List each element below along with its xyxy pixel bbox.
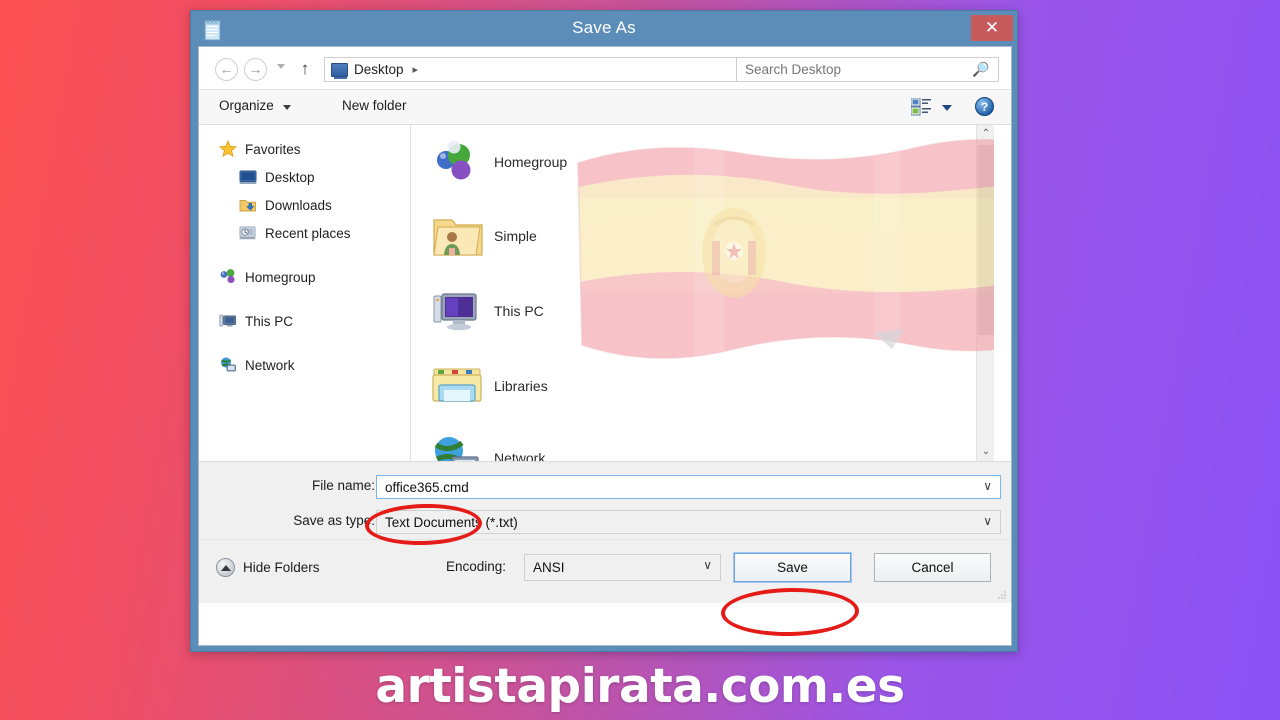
window-title: Save As [572,18,636,37]
list-item[interactable]: Network [430,433,545,461]
scroll-down-icon[interactable]: ⌄ [977,443,994,461]
encoding-value[interactable]: ANSI [533,560,565,575]
chevron-down-icon[interactable]: ∨ [983,479,992,493]
sidebar-item-label: Favorites [245,141,301,157]
breadcrumb-current[interactable]: Desktop [354,62,404,77]
file-list[interactable]: Homegroup Simple This PC Libraries Netwo… [412,125,994,461]
save-as-type-value[interactable]: Text Documents (*.txt) [385,515,518,530]
back-button[interactable]: ← [215,58,238,81]
encoding-select[interactable]: ANSI ∨ [524,554,721,581]
homegroup-icon [430,137,486,187]
command-bar: Organize New folder ? [199,89,1011,125]
chevron-down-icon[interactable]: ∨ [983,514,992,528]
sidebar-item-label: Recent places [265,225,351,241]
caret-down-icon[interactable] [283,105,291,110]
search-input[interactable] [745,62,960,77]
folder-user-icon [430,211,486,261]
computer-icon [219,312,237,330]
list-item-label: Libraries [494,378,548,394]
file-form-area: File name: office365.cmd ∨ Save as type:… [199,461,1011,539]
close-icon[interactable]: ✕ [971,15,1013,41]
list-item-label: Homegroup [494,154,568,170]
help-icon[interactable]: ? [975,97,994,116]
vertical-scrollbar[interactable]: ⌃ ⌄ [976,125,994,461]
desktop-icon [331,62,348,79]
up-button[interactable]: ↑ [295,58,315,80]
title-bar: Save As ✕ [191,11,1017,46]
desktop-icon [239,168,257,186]
dialog-client-area: ← → ↑ Desktop ▸ ∨ ↻ 🔍 Organize New folde… [198,46,1012,646]
navigation-bar: ← → ↑ Desktop ▸ ∨ ↻ 🔍 [199,47,1011,89]
encoding-label: Encoding: [446,559,507,574]
forward-button[interactable]: → [244,58,267,81]
sidebar-item-recent-places[interactable]: Recent places [199,219,410,247]
collapse-up-icon [216,558,235,577]
hide-folders-button[interactable]: Hide Folders [216,558,320,577]
search-icon[interactable]: 🔍 [972,61,989,78]
sidebar-item-downloads[interactable]: Downloads [199,191,410,219]
file-name-input[interactable]: office365.cmd ∨ [376,475,1001,499]
breadcrumb-separator-icon: ▸ [412,64,419,76]
list-item-label: Network [494,450,546,461]
list-item-label: Simple [494,228,537,244]
watermark-text: artistapirata.com.es [375,659,905,714]
sidebar-item-label: Homegroup [245,269,316,285]
organize-button[interactable]: Organize [219,98,274,113]
sidebar-item-homegroup[interactable]: Homegroup [199,263,410,291]
file-name-label: File name: [311,478,375,493]
save-button[interactable]: Save [733,552,852,583]
file-name-value[interactable]: office365.cmd [385,480,469,495]
sidebar-item-favorites[interactable]: Favorites [199,135,410,163]
scrollbar-thumb[interactable] [978,145,994,335]
list-item[interactable]: Simple [430,211,537,261]
chevron-down-icon[interactable]: ∨ [703,558,712,572]
recent-places-icon [239,224,257,242]
list-item[interactable]: This PC [430,286,544,336]
dialog-footer: Hide Folders Encoding: ANSI ∨ Save Cance… [199,539,1011,603]
cancel-button[interactable]: Cancel [874,553,991,582]
spain-flag-watermark-icon [577,138,994,359]
network-icon [430,433,486,461]
view-options-icon[interactable] [911,98,931,116]
sidebar-item-label: Desktop [265,169,315,185]
libraries-icon [430,361,486,411]
downloads-icon [239,196,257,214]
sidebar-item-label: This PC [245,313,294,329]
save-as-type-label: Save as type: [293,513,375,528]
list-item[interactable]: Libraries [430,361,548,411]
save-as-dialog: Save As ✕ ← → ↑ Desktop ▸ ∨ ↻ 🔍 Organize [190,10,1018,652]
explorer-body: Favorites Desktop Downloads Recent place… [199,125,1011,461]
network-icon [219,356,237,374]
sidebar-item-label: Network [245,357,295,373]
sidebar-item-desktop[interactable]: Desktop [199,163,410,191]
sidebar-item-label: Downloads [265,197,332,213]
chevron-down-icon[interactable] [277,64,285,69]
navigation-pane: Favorites Desktop Downloads Recent place… [199,125,411,461]
sidebar-item-this-pc[interactable]: This PC [199,307,410,335]
search-box[interactable]: 🔍 [736,57,999,82]
sidebar-item-network[interactable]: Network [199,351,410,379]
view-dropdown-icon[interactable] [942,105,952,111]
computer-icon [430,286,486,336]
homegroup-icon [219,268,237,286]
save-as-type-select[interactable]: Text Documents (*.txt) ∨ [376,510,1001,534]
new-folder-button[interactable]: New folder [342,98,407,113]
hide-folders-label: Hide Folders [243,560,320,575]
list-item[interactable]: Homegroup [430,137,567,187]
list-item-label: This PC [494,303,544,319]
scroll-up-icon[interactable]: ⌃ [977,125,994,143]
star-icon [219,139,237,158]
resize-grip-icon[interactable] [997,590,1007,600]
